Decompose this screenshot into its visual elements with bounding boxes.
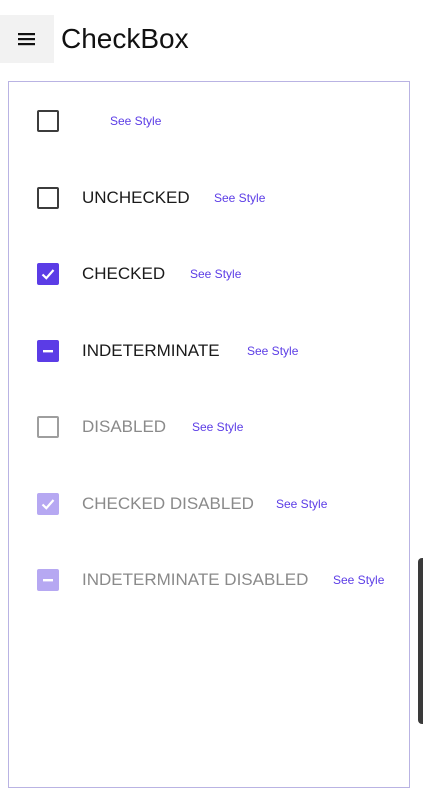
checkbox-disabled — [37, 416, 59, 438]
see-style-link-indeterminate[interactable]: See Style — [247, 344, 298, 358]
checkbox-unchecked[interactable] — [37, 187, 59, 209]
app-bar: CheckBox — [0, 0, 423, 78]
dash-icon — [43, 350, 53, 353]
see-style-link-checked-disabled[interactable]: See Style — [276, 497, 327, 511]
see-style-link-plain[interactable]: See Style — [110, 114, 161, 128]
checkbox-plain[interactable] — [37, 110, 59, 132]
checkmark-icon — [41, 499, 55, 510]
checkbox-indeterminate[interactable] — [37, 340, 59, 362]
see-style-link-unchecked[interactable]: See Style — [214, 191, 265, 205]
checkmark-icon — [41, 269, 55, 280]
hamburger-menu-icon — [18, 33, 35, 46]
menu-button[interactable] — [0, 15, 54, 63]
checkbox-checked-disabled — [37, 493, 59, 515]
checkbox-panel: See Style UNCHECKED See Style CHECKED Se… — [8, 81, 410, 788]
checkbox-label-disabled: DISABLED — [82, 417, 167, 436]
checkbox-label-indeterminate: INDETERMINATE — [82, 341, 220, 360]
see-style-link-disabled[interactable]: See Style — [192, 420, 243, 434]
checkbox-indeterminate-disabled — [37, 569, 59, 591]
checkbox-label-checked-disabled: CHECKED DISABLED — [82, 494, 254, 513]
dash-icon — [43, 579, 53, 582]
checkbox-label-unchecked: UNCHECKED — [82, 188, 190, 207]
checkbox-checked[interactable] — [37, 263, 59, 285]
checkbox-label-indeterminate-disabled: INDETERMINATE DISABLED — [82, 570, 309, 589]
page-title: CheckBox — [61, 23, 189, 54]
see-style-link-indeterminate-disabled[interactable]: See Style — [333, 573, 384, 587]
see-style-link-checked[interactable]: See Style — [190, 267, 241, 281]
checkbox-label-checked: CHECKED — [82, 264, 166, 283]
scrollbar-handle[interactable] — [418, 558, 423, 724]
